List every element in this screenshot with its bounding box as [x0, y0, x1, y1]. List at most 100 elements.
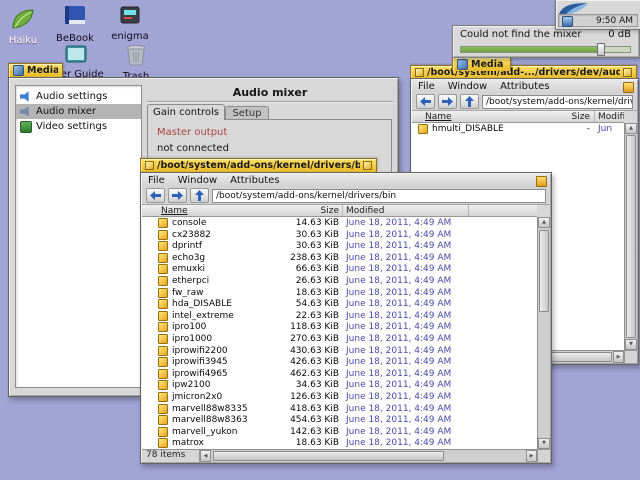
column-name[interactable]: Name: [425, 112, 452, 122]
file-row[interactable]: echo3g 238.63 KiB June 18, 2011, 4:49 AM: [142, 252, 537, 264]
deskbar-tray: 9:50 AM: [558, 14, 638, 27]
horizontal-scrollbar[interactable]: ◀ ▶: [200, 450, 537, 462]
back-button[interactable]: [416, 94, 435, 109]
resize-corner[interactable]: [624, 350, 637, 363]
bin-window: File Window Attributes /boot/system/add-…: [140, 172, 552, 464]
column-name[interactable]: Name: [161, 206, 188, 216]
menu-window[interactable]: Window: [178, 175, 217, 187]
back-button[interactable]: [146, 188, 165, 203]
file-row[interactable]: ipw2100 34.63 KiB June 18, 2011, 4:49 AM: [142, 379, 537, 391]
file-row[interactable]: fw_raw 18.63 KiB June 18, 2011, 4:49 AM: [142, 287, 537, 299]
driver-file-icon: [158, 229, 168, 240]
driver-file-icon: [158, 426, 168, 437]
file-row[interactable]: iprowifi4965 462.63 KiB June 18, 2011, 4…: [142, 368, 537, 380]
scroll-up-button[interactable]: ▲: [625, 123, 637, 134]
file-row[interactable]: ipro100 118.63 KiB June 18, 2011, 4:49 A…: [142, 321, 537, 333]
scroll-right-button[interactable]: ▶: [526, 450, 537, 462]
scroll-down-button[interactable]: ▼: [625, 339, 637, 350]
file-row[interactable]: cx23882 30.63 KiB June 18, 2011, 4:49 AM: [142, 229, 537, 241]
audio-window-tab[interactable]: /boot/system/add-.../drivers/dev/audio: [410, 65, 637, 79]
scroll-up-button[interactable]: ▲: [538, 217, 550, 228]
desktop-icon-bebook[interactable]: BeBook: [52, 4, 98, 44]
deskbar-clock[interactable]: 9:50 AM: [596, 16, 633, 26]
desktop-icon-haiku[interactable]: Haiku: [2, 8, 44, 46]
deskbar-leaf-menu[interactable]: [558, 0, 592, 14]
menu-attributes[interactable]: Attributes: [230, 175, 279, 187]
file-row[interactable]: ipro1000 270.63 KiB June 18, 2011, 4:49 …: [142, 333, 537, 345]
driver-file-icon: [158, 368, 168, 379]
tray-media-icon[interactable]: [562, 16, 573, 27]
driver-file-icon: [158, 345, 168, 356]
file-row[interactable]: dprintf 30.63 KiB June 18, 2011, 4:49 AM: [142, 240, 537, 252]
zoom-button[interactable]: [363, 161, 372, 170]
column-size[interactable]: Size: [512, 112, 590, 122]
file-row[interactable]: jmicron2x0 126.63 KiB June 18, 2011, 4:4…: [142, 391, 537, 403]
file-modified: June 18, 2011, 4:49 AM: [346, 229, 452, 240]
file-row[interactable]: intel_extreme 22.63 KiB June 18, 2011, 4…: [142, 310, 537, 322]
vertical-scrollbar[interactable]: ▲ ▼: [537, 217, 550, 449]
column-separator[interactable]: [342, 205, 343, 216]
up-button[interactable]: [190, 188, 209, 203]
scrollbar-thumb[interactable]: [539, 230, 549, 312]
scroll-down-button[interactable]: ▼: [538, 438, 550, 449]
file-row[interactable]: matrox 18.63 KiB June 18, 2011, 4:49 AM: [142, 437, 537, 449]
file-row[interactable]: emuxki 66.63 KiB June 18, 2011, 4:49 AM: [142, 263, 537, 275]
close-button[interactable]: [415, 68, 424, 77]
volume-slider[interactable]: [460, 43, 631, 56]
file-size: 454.63 KiB: [290, 415, 339, 426]
column-modified[interactable]: Modified: [346, 206, 384, 216]
driver-file-icon: [158, 322, 168, 333]
forward-button[interactable]: [168, 188, 187, 203]
file-modified: June 18, 2011, 4:49 AM: [346, 391, 452, 402]
media-list-item[interactable]: Audio settings: [16, 89, 141, 104]
media-list-item[interactable]: Audio mixer: [16, 104, 141, 119]
menu-window[interactable]: Window: [448, 81, 487, 93]
media-mini-tab[interactable]: Media: [452, 57, 511, 71]
location-field[interactable]: /boot/system/add-ons/kernel/drivers/bin: [212, 188, 546, 203]
file-row[interactable]: iprowifi3945 426.63 KiB June 18, 2011, 4…: [142, 356, 537, 368]
vertical-scrollbar[interactable]: ▲ ▼: [624, 123, 637, 350]
scrollbar-thumb[interactable]: [626, 135, 636, 338]
file-name: ipro100: [172, 322, 207, 333]
scroll-right-button[interactable]: ▶: [613, 351, 624, 363]
deskbar: 9:50 AM: [555, 0, 640, 30]
file-row[interactable]: console 14.63 KiB June 18, 2011, 4:49 AM: [142, 217, 537, 229]
divider: [147, 101, 393, 102]
tab-setup[interactable]: Setup: [225, 106, 269, 120]
column-separator[interactable]: [468, 205, 469, 216]
file-row[interactable]: marvell_yukon 142.63 KiB June 18, 2011, …: [142, 426, 537, 438]
file-row[interactable]: etherpci 26.63 KiB June 18, 2011, 4:49 A…: [142, 275, 537, 287]
file-row[interactable]: hda_DISABLE 54.63 KiB June 18, 2011, 4:4…: [142, 298, 537, 310]
file-name: matrox: [172, 438, 204, 449]
file-row[interactable]: hmulti_DISABLE - Jun: [412, 123, 624, 136]
volume-slider-knob[interactable]: [597, 43, 606, 56]
media-window-tab[interactable]: Media: [8, 63, 63, 77]
file-size: 26.63 KiB: [295, 275, 339, 286]
zoom-button[interactable]: [623, 68, 632, 77]
menu-file[interactable]: File: [418, 81, 435, 93]
up-button[interactable]: [460, 94, 479, 109]
file-name: marvell88w8363: [172, 415, 248, 426]
desktop-icon-enigma[interactable]: enigma: [106, 4, 154, 42]
column-modified[interactable]: Modified: [598, 112, 624, 122]
scroll-left-button[interactable]: ◀: [200, 450, 211, 462]
column-size[interactable]: Size: [260, 206, 339, 216]
video-settings-icon: [20, 120, 32, 133]
file-row[interactable]: iprowifi2200 430.63 KiB June 18, 2011, 4…: [142, 345, 537, 357]
bin-window-tab[interactable]: /boot/system/add-ons/kernel/drivers/bin: [140, 158, 377, 172]
menu-attributes[interactable]: Attributes: [500, 81, 549, 93]
forward-button[interactable]: [438, 94, 457, 109]
column-headers: Name Size Modified: [142, 205, 537, 217]
menu-file[interactable]: File: [148, 175, 165, 187]
media-list-item[interactable]: Video settings: [16, 119, 141, 134]
slider-track[interactable]: [460, 46, 631, 53]
close-button[interactable]: [145, 161, 154, 170]
file-name: ipw2100: [172, 380, 211, 391]
scrollbar-thumb[interactable]: [213, 451, 445, 461]
location-field[interactable]: /boot/system/add-ons/kernel/drivers/dev/…: [482, 94, 633, 109]
file-row[interactable]: marvell88w8363 454.63 KiB June 18, 2011,…: [142, 414, 537, 426]
file-row[interactable]: marvell88w8335 418.63 KiB June 18, 2011,…: [142, 403, 537, 415]
column-separator[interactable]: [594, 111, 595, 122]
tab-gain-controls[interactable]: Gain controls: [147, 104, 225, 120]
resize-corner[interactable]: [537, 449, 550, 462]
